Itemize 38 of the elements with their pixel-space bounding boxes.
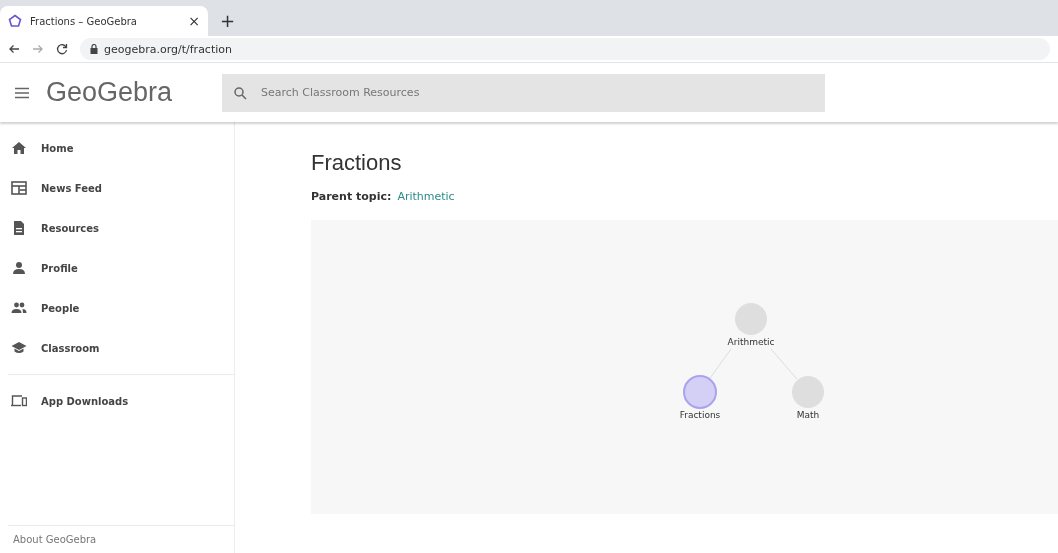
back-icon[interactable] [8, 44, 20, 54]
home-icon [11, 140, 27, 156]
sidebar-item[interactable]: Home [0, 128, 234, 168]
about-link[interactable]: About GeoGebra [13, 534, 97, 545]
tab-title: Fractions – GeoGebra [30, 15, 138, 27]
topic-node[interactable] [683, 375, 717, 409]
page-title: Fractions [311, 150, 403, 176]
search-field[interactable]: Search Classroom Resources [222, 73, 825, 112]
browser-tab[interactable]: Fractions – GeoGebra × [0, 6, 208, 36]
logo[interactable]: GeoGebra [46, 77, 206, 108]
menu-icon[interactable] [14, 86, 30, 99]
node-label: Fractions [679, 410, 721, 420]
lock-icon [90, 44, 98, 54]
sidebar-item[interactable]: People [0, 288, 234, 328]
sidebar-item[interactable]: Resources [0, 208, 234, 248]
people-icon [11, 300, 27, 316]
address-bar[interactable]: geogebra.org/t/fraction [80, 38, 1050, 60]
sidebar-item[interactable]: Classroom [0, 328, 234, 368]
reload-icon[interactable] [56, 43, 68, 55]
new-tab-button[interactable]: + [208, 10, 248, 36]
sidebar-item[interactable]: Profile [0, 248, 234, 288]
node-label: Math [796, 410, 820, 420]
sidebar-item[interactable]: App Downloads [0, 381, 234, 421]
forward-icon[interactable] [32, 44, 44, 54]
person-icon [11, 260, 27, 276]
edge-line [709, 348, 732, 379]
sidebar-item[interactable]: News Feed [0, 168, 234, 208]
devices-icon [11, 393, 27, 409]
close-button[interactable]: × [188, 13, 200, 29]
node-label: Arithmetic [727, 337, 775, 347]
logo-icon [8, 14, 22, 28]
topic-node[interactable] [735, 303, 767, 335]
edge-line [770, 348, 798, 380]
doc-icon [11, 220, 27, 236]
cap-icon [11, 340, 27, 356]
parent-topic-link[interactable]: Arithmetic [397, 190, 455, 203]
topic-node[interactable] [792, 376, 824, 408]
parent-topic-label: Parent topic: [311, 190, 392, 203]
